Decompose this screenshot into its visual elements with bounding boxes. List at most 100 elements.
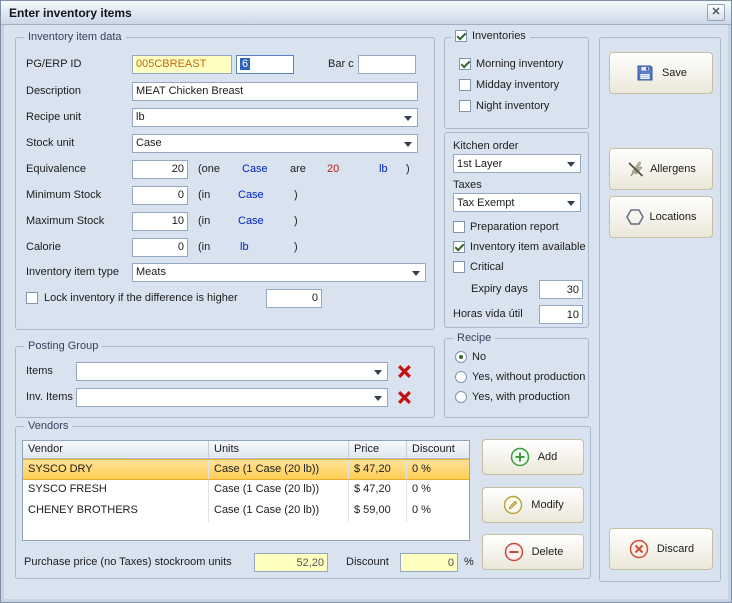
critical-checkbox[interactable] <box>453 261 465 273</box>
expiry-days-field[interactable]: 30 <box>539 280 583 299</box>
inventory-item-type-select[interactable]: Meats <box>132 263 426 282</box>
column-header-discount[interactable]: Discount <box>407 441 469 458</box>
posting-items-label: Items <box>26 365 76 377</box>
recipe-unit-row: Recipe unit lb <box>26 107 428 127</box>
equivalence-value: 20 <box>172 163 184 175</box>
pg-erp-seq-field[interactable]: 6 <box>236 55 294 74</box>
inventories-group: Inventories Morning inventory Midday inv… <box>444 37 589 129</box>
lock-inventory-checkbox[interactable] <box>26 292 38 304</box>
equivalence-label: Equivalence <box>26 163 132 175</box>
pg-erp-id-label: PG/ERP ID <box>26 58 132 70</box>
clear-inv-items-button[interactable] <box>396 389 413 406</box>
discard-x-icon <box>628 538 650 560</box>
modify-button[interactable]: Modify <box>482 487 584 523</box>
equivalence-field[interactable]: 20 <box>132 160 188 179</box>
vendor-row[interactable]: CHENEY BROTHERS Case (1 Case (20 lb)) $ … <box>23 501 469 522</box>
shelf-life-field[interactable]: 10 <box>539 305 583 324</box>
add-button[interactable]: Add <box>482 439 584 475</box>
pg-erp-row: PG/ERP ID 005CBREAST 6 Bar c <box>26 54 428 74</box>
recipe-group-label: Recipe <box>453 331 495 345</box>
column-header-price[interactable]: Price <box>349 441 407 458</box>
close-button[interactable]: ✕ <box>707 4 725 21</box>
percent-sign: % <box>464 556 474 568</box>
midday-inventory-checkbox[interactable] <box>459 79 471 91</box>
recipe-with-production-radio[interactable] <box>455 391 467 403</box>
dropdown-arrow-icon <box>412 271 420 276</box>
recipe-without-production-radio[interactable] <box>455 371 467 383</box>
pg-erp-id-field[interactable]: 005CBREAST <box>132 55 232 74</box>
locations-hexagon-icon <box>625 207 645 227</box>
description-field[interactable]: MEAT Chicken Breast <box>132 82 418 101</box>
critical-row: Critical <box>453 261 504 273</box>
stock-unit-select[interactable]: Case <box>132 134 418 153</box>
kitchen-order-select[interactable]: 1st Layer <box>453 154 581 173</box>
expiry-days-label: Expiry days <box>471 283 528 295</box>
save-button[interactable]: Save <box>609 52 713 94</box>
purchase-price-label: Purchase price (no Taxes) stockroom unit… <box>24 556 232 568</box>
maximum-close-text: ) <box>294 215 298 227</box>
kitchen-taxes-group: Kitchen order 1st Layer Taxes Tax Exempt… <box>444 132 589 328</box>
calorie-field[interactable]: 0 <box>132 238 188 257</box>
minimum-stock-field[interactable]: 0 <box>132 186 188 205</box>
night-inventory-checkbox[interactable] <box>459 100 471 112</box>
delete-button[interactable]: Delete <box>482 534 584 570</box>
units-cell: Case (1 Case (20 lb)) <box>209 460 349 479</box>
allergens-button[interactable]: Allergens <box>609 148 713 190</box>
recipe-unit-label: Recipe unit <box>26 111 132 123</box>
equivalence-qty: 20 <box>327 163 339 175</box>
kitchen-order-value: 1st Layer <box>457 158 502 170</box>
bar-code-field[interactable] <box>358 55 416 74</box>
modify-button-label: Modify <box>531 499 563 511</box>
inventories-checkbox[interactable] <box>455 30 467 42</box>
inventory-item-type-label: Inventory item type <box>26 266 132 278</box>
discount-field[interactable]: 0 <box>400 553 458 572</box>
purchase-price-field[interactable]: 52,20 <box>254 553 328 572</box>
recipe-no-radio[interactable] <box>455 351 467 363</box>
calorie-close-text: ) <box>294 241 298 253</box>
vendors-table: Vendor Units Price Discount SYSCO DRY Ca… <box>22 440 470 541</box>
stock-unit-label: Stock unit <box>26 137 132 149</box>
dropdown-arrow-icon <box>374 396 382 401</box>
morning-inventory-row: Morning inventory <box>459 58 563 70</box>
posting-items-select[interactable] <box>76 362 388 381</box>
maximum-stock-field[interactable]: 10 <box>132 212 188 231</box>
recipe-unit-select[interactable]: lb <box>132 108 418 127</box>
locations-button[interactable]: Locations <box>609 196 713 238</box>
recipe-without-production-label: Yes, without production <box>472 371 585 383</box>
maximum-in-text: (in <box>198 215 210 227</box>
description-label: Description <box>26 85 132 97</box>
column-header-vendor[interactable]: Vendor <box>23 441 209 458</box>
minimum-close-text: ) <box>294 189 298 201</box>
close-icon: ✕ <box>711 6 720 18</box>
dropdown-arrow-icon <box>374 370 382 375</box>
midday-inventory-row: Midday inventory <box>459 79 559 91</box>
discard-button[interactable]: Discard <box>609 528 713 570</box>
dropdown-arrow-icon <box>404 142 412 147</box>
minimum-unit: Case <box>238 189 264 201</box>
dropdown-arrow-icon <box>404 116 412 121</box>
vendor-row[interactable]: SYSCO DRY Case (1 Case (20 lb)) $ 47,20 … <box>23 459 469 480</box>
posting-inv-items-label: Inv. Items <box>26 391 76 403</box>
morning-inventory-checkbox[interactable] <box>459 58 471 70</box>
allergens-button-label: Allergens <box>650 163 696 175</box>
clear-items-button[interactable] <box>396 363 413 380</box>
units-cell: Case (1 Case (20 lb)) <box>209 480 349 501</box>
equivalence-open-text: (one <box>198 163 220 175</box>
vendor-row[interactable]: SYSCO FRESH Case (1 Case (20 lb)) $ 47,2… <box>23 480 469 501</box>
column-header-units[interactable]: Units <box>209 441 349 458</box>
window-title: Enter inventory items <box>1 6 132 20</box>
inventory-item-type-row: Inventory item type Meats <box>26 262 428 282</box>
discount-value: 0 <box>448 557 454 569</box>
taxes-select[interactable]: Tax Exempt <box>453 193 581 212</box>
lock-threshold-field[interactable]: 0 <box>266 289 322 308</box>
posting-items-row: Items <box>26 361 430 381</box>
preparation-report-checkbox[interactable] <box>453 221 465 233</box>
morning-inventory-label: Morning inventory <box>476 58 563 70</box>
posting-group: Posting Group Items Inv. Items <box>15 346 435 418</box>
dialog-enter-inventory-items: Enter inventory items ✕ Inventory item d… <box>0 0 732 603</box>
posting-inv-items-select[interactable] <box>76 388 388 407</box>
taxes-value: Tax Exempt <box>457 197 514 209</box>
discount-cell: 0 % <box>407 501 469 522</box>
inventory-item-available-checkbox[interactable] <box>453 241 465 253</box>
calorie-in-text: (in <box>198 241 210 253</box>
